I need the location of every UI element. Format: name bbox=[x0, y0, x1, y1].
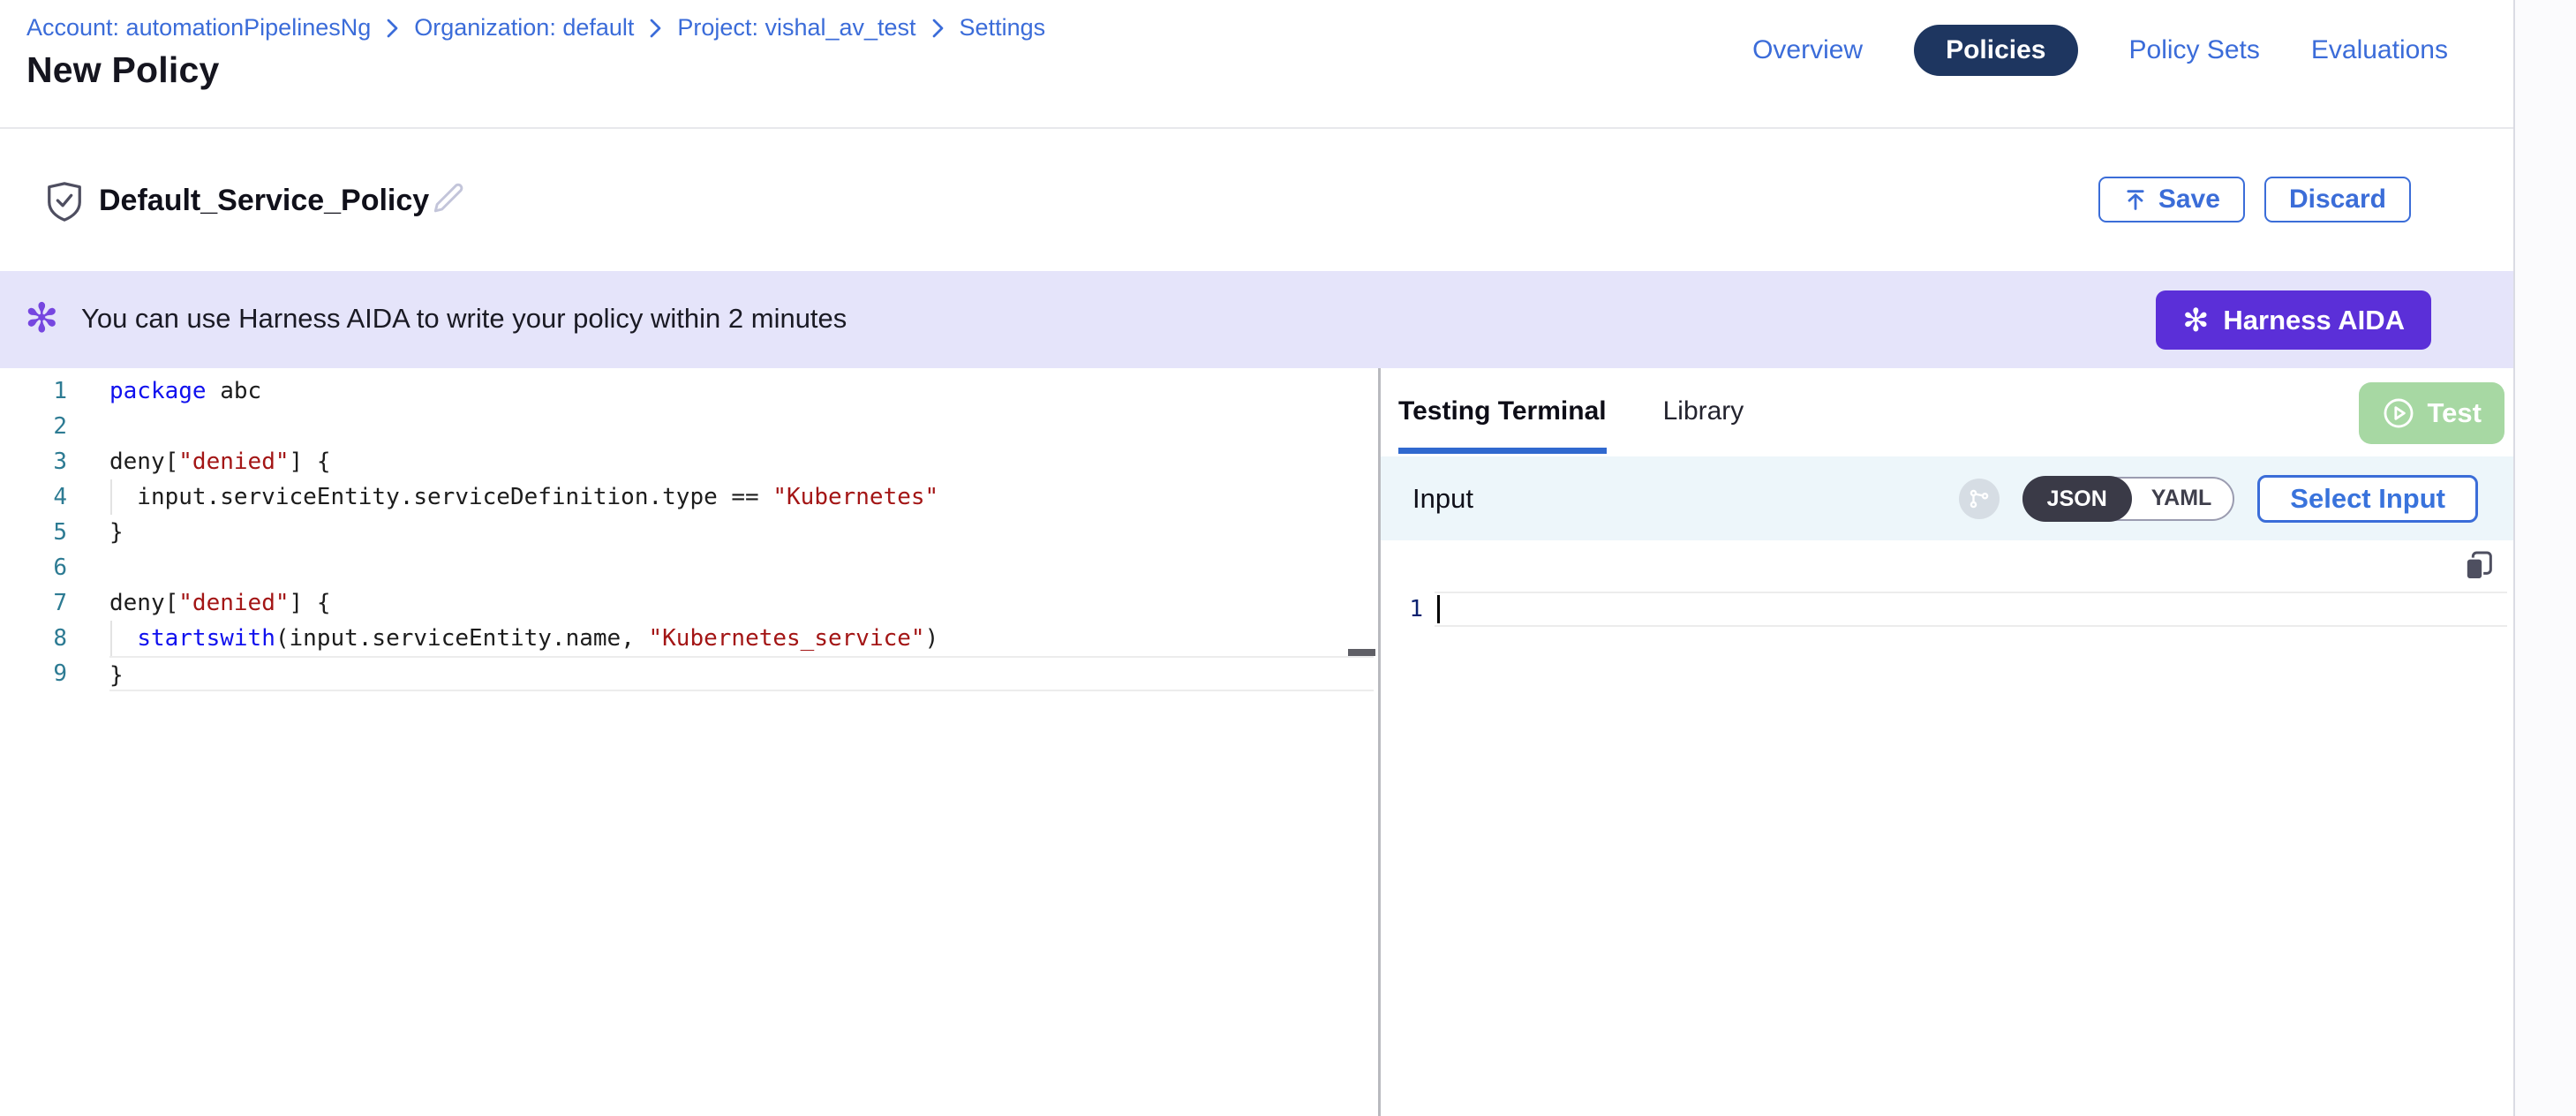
input-label: Input bbox=[1412, 483, 1473, 515]
discard-button[interactable]: Discard bbox=[2264, 177, 2411, 222]
aida-banner-message: You can use Harness AIDA to write your p… bbox=[81, 303, 847, 335]
code-text: deny["denied"] { bbox=[109, 585, 1374, 621]
line-number: 1 bbox=[0, 373, 67, 409]
page-right-margin bbox=[2513, 0, 2576, 1116]
breadcrumb-item[interactable]: Account: automationPipelinesNg bbox=[26, 14, 371, 41]
code-text: } bbox=[109, 515, 1374, 550]
overview-ruler-cursor bbox=[1348, 649, 1375, 656]
code-text: package abc bbox=[109, 373, 1374, 409]
code-line[interactable]: 3 deny["denied"] { bbox=[0, 444, 1377, 479]
code-line[interactable]: 8 startswith(input.serviceEntity.name, "… bbox=[0, 621, 1377, 656]
play-icon bbox=[2382, 396, 2415, 430]
format-toggle: JSON YAML bbox=[2022, 477, 2235, 521]
breadcrumb: Account: automationPipelinesNg Organizati… bbox=[26, 14, 1045, 41]
code-text: startswith(input.serviceEntity.name, "Ku… bbox=[109, 621, 1374, 656]
line-number: 9 bbox=[0, 656, 67, 691]
line-number: 8 bbox=[0, 621, 67, 656]
select-input-button[interactable]: Select Input bbox=[2257, 475, 2478, 523]
fork-icon bbox=[1959, 479, 2000, 519]
policy-code-editor[interactable]: 1package abc23deny["denied"] {4 input.se… bbox=[0, 373, 1377, 691]
tab-evaluations[interactable]: Evaluations bbox=[2311, 25, 2448, 76]
toggle-json[interactable]: JSON bbox=[2022, 476, 2132, 522]
policy-toolbar: Default_Service_Policy Save Discard bbox=[0, 131, 2513, 271]
aida-flower-icon: ✻ bbox=[25, 298, 59, 338]
discard-label: Discard bbox=[2289, 185, 2386, 215]
line-number: 3 bbox=[0, 444, 67, 479]
code-text: } bbox=[109, 656, 1374, 691]
tab-policies[interactable]: Policies bbox=[1914, 25, 2077, 76]
line-number: 6 bbox=[0, 550, 67, 585]
edit-pencil-icon[interactable] bbox=[429, 180, 468, 223]
code-line[interactable]: 4 input.serviceEntity.serviceDefinition.… bbox=[0, 479, 1377, 515]
save-button[interactable]: Save bbox=[2098, 177, 2245, 222]
code-text: deny["denied"] { bbox=[109, 444, 1374, 479]
breadcrumb-item[interactable]: Project: vishal_av_test bbox=[677, 14, 915, 41]
code-line[interactable]: 1 package abc bbox=[0, 373, 1377, 409]
test-button[interactable]: Test bbox=[2359, 382, 2504, 444]
line-number: 5 bbox=[0, 515, 67, 550]
code-line[interactable]: 7 deny["denied"] { bbox=[0, 585, 1377, 621]
chevron-right-icon bbox=[930, 18, 945, 39]
tab-testing-terminal[interactable]: Testing Terminal bbox=[1398, 396, 1607, 454]
page-title: New Policy bbox=[26, 49, 219, 91]
toggle-yaml[interactable]: YAML bbox=[2130, 477, 2233, 521]
harness-aida-button[interactable]: ✻ Harness AIDA bbox=[2156, 290, 2431, 350]
copy-icon[interactable] bbox=[2461, 547, 2497, 589]
upload-icon bbox=[2123, 186, 2148, 213]
input-editor-line-number: 1 bbox=[1395, 592, 1423, 627]
line-number: 2 bbox=[0, 409, 67, 444]
code-text bbox=[109, 409, 1374, 444]
breadcrumb-item[interactable]: Settings bbox=[960, 14, 1046, 41]
toolbar-buttons: Save Discard bbox=[2098, 177, 2411, 222]
tab-overview[interactable]: Overview bbox=[1752, 25, 1863, 76]
input-editor-cursor bbox=[1437, 595, 1440, 623]
breadcrumb-item[interactable]: Organization: default bbox=[414, 14, 634, 41]
code-line[interactable]: 5} bbox=[0, 515, 1377, 550]
aida-banner: ✻ You can use Harness AIDA to write your… bbox=[0, 271, 2513, 368]
input-editor-current-line[interactable] bbox=[1435, 592, 2507, 627]
tab-policy-sets[interactable]: Policy Sets bbox=[2129, 25, 2260, 76]
page-header: Account: automationPipelinesNg Organizati… bbox=[0, 0, 2513, 129]
code-line[interactable]: 6 bbox=[0, 550, 1377, 585]
aida-button-label: Harness AIDA bbox=[2223, 305, 2405, 336]
input-section-header: Input JSON YAML Select Input bbox=[1381, 456, 2513, 540]
chevron-right-icon bbox=[385, 18, 400, 39]
line-number: 7 bbox=[0, 585, 67, 621]
policy-name: Default_Service_Policy bbox=[99, 184, 429, 218]
save-label: Save bbox=[2158, 185, 2220, 215]
header-tabs: Overview Policies Policy Sets Evaluation… bbox=[1752, 25, 2448, 76]
line-number: 4 bbox=[0, 479, 67, 515]
code-line[interactable]: 2 bbox=[0, 409, 1377, 444]
aida-flower-icon: ✻ bbox=[2182, 305, 2209, 336]
terminal-tabs: Testing Terminal Library bbox=[1381, 368, 2513, 454]
shield-check-icon bbox=[44, 180, 85, 227]
tab-library[interactable]: Library bbox=[1663, 396, 1744, 454]
chevron-right-icon bbox=[648, 18, 663, 39]
code-text bbox=[109, 550, 1374, 585]
code-line[interactable]: 9} bbox=[0, 656, 1377, 691]
code-text: input.serviceEntity.serviceDefinition.ty… bbox=[109, 479, 1374, 515]
test-label: Test bbox=[2428, 397, 2482, 429]
